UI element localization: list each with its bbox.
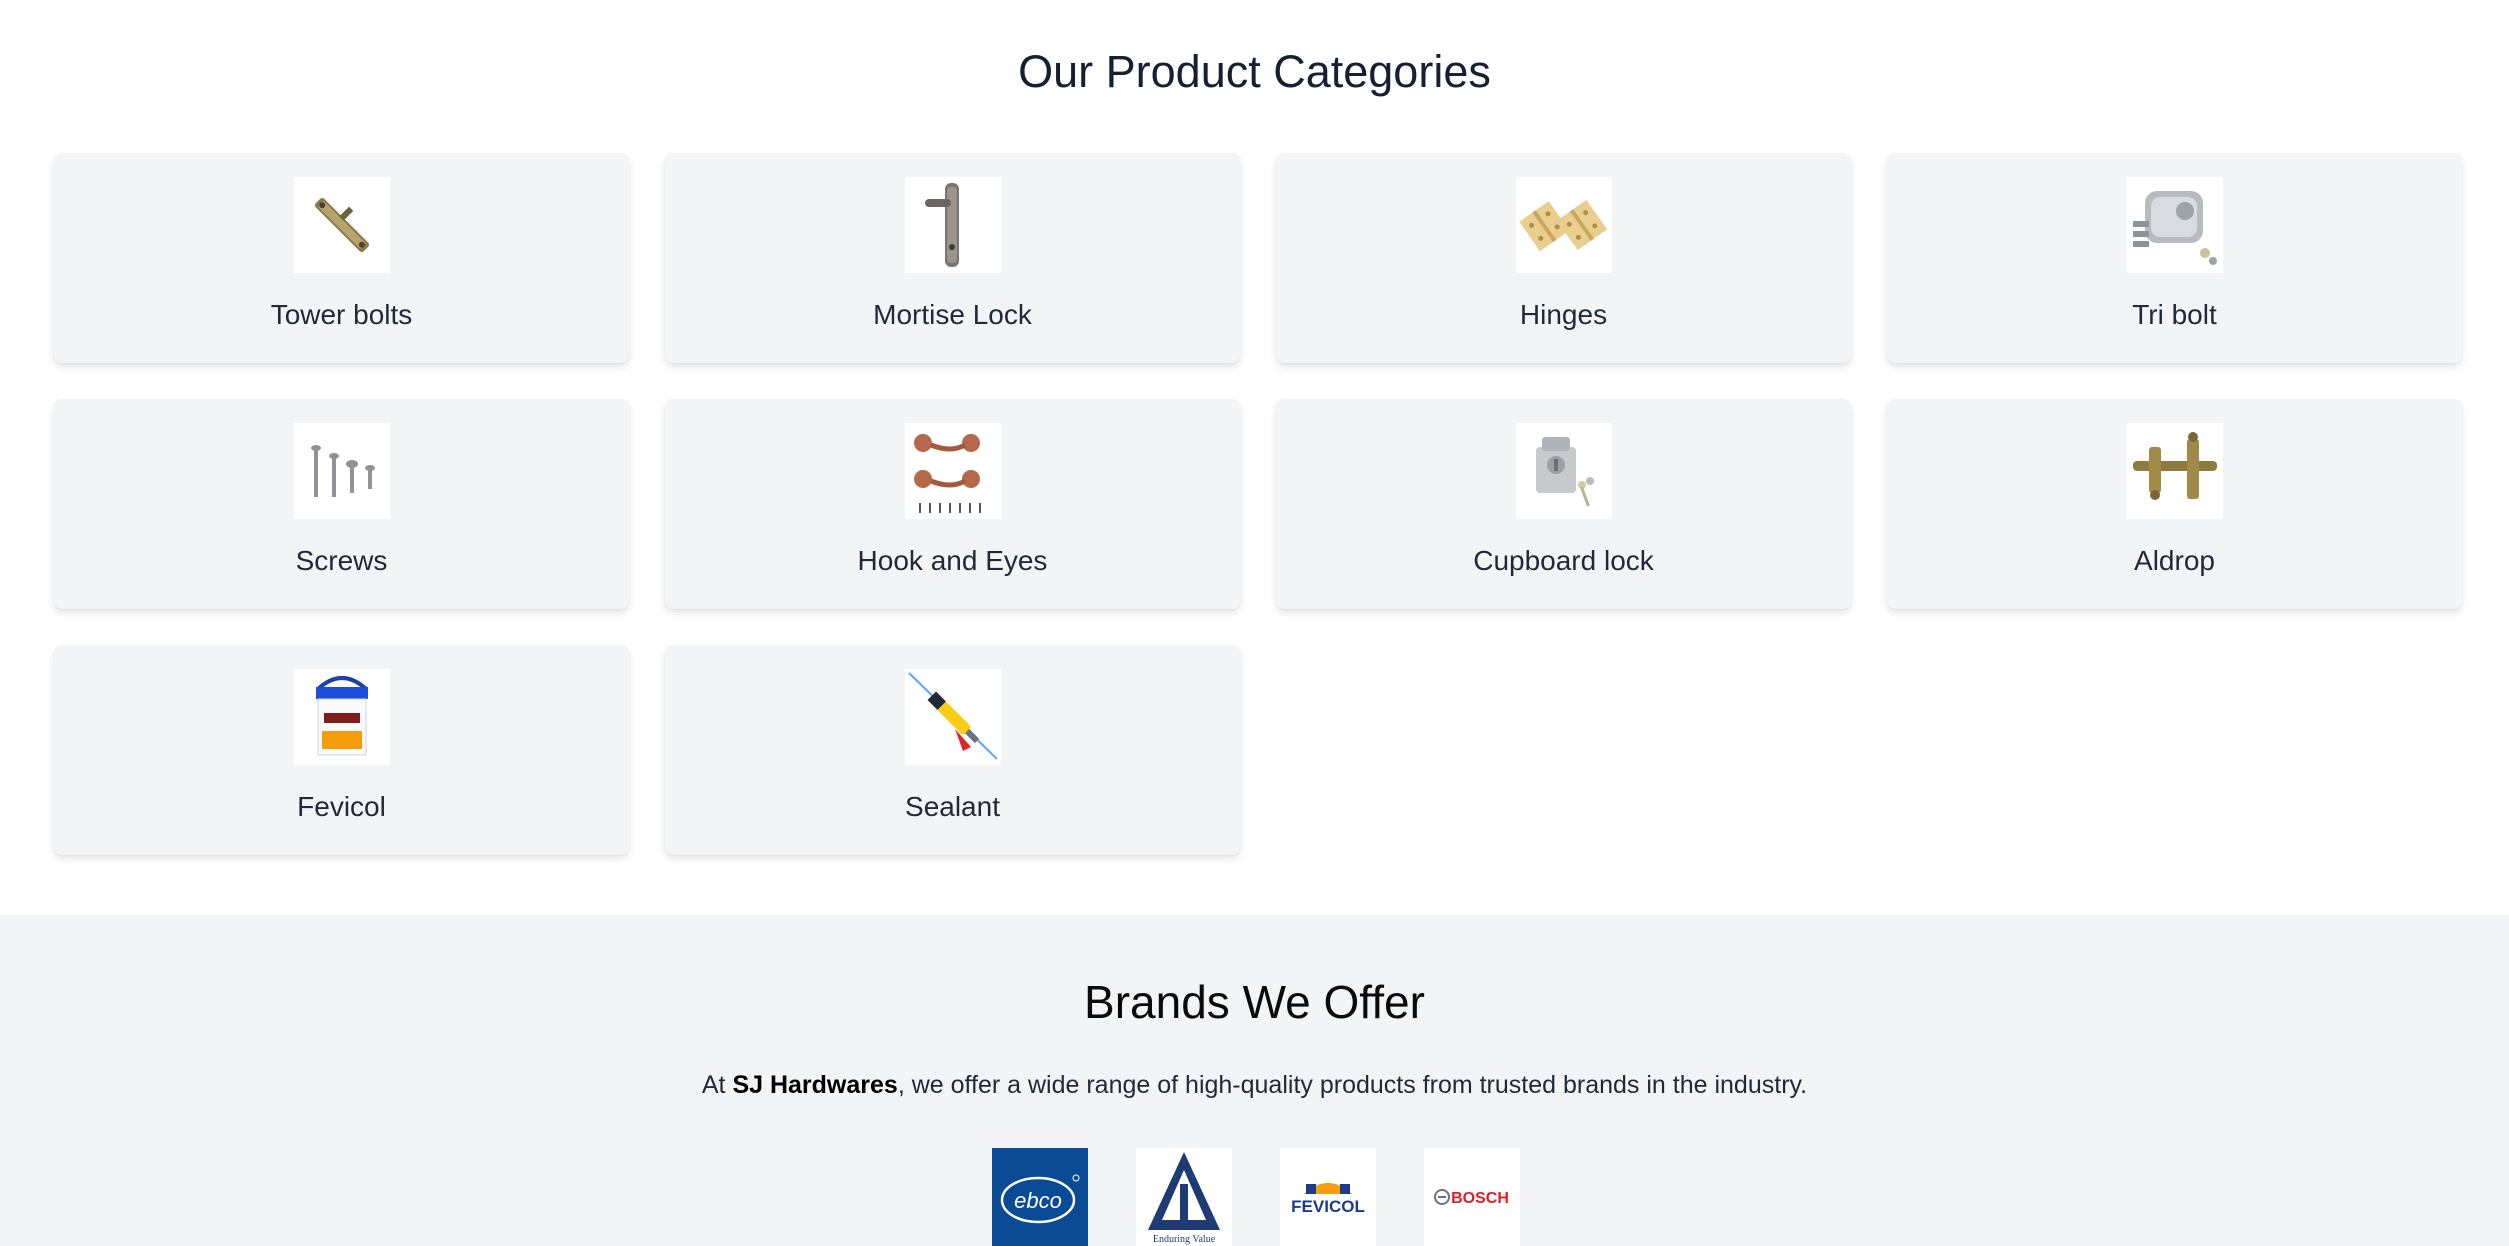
brands-desc-suffix: , we offer a wide range of high-quality … [897,1071,1808,1099]
brands-description: At SJ Hardwares, we offer a wide range o… [0,1071,2509,1100]
category-card-hook-and-eyes[interactable]: Hook and Eyes [665,399,1240,609]
brand-logos: ebco Enduring Value FEVICOL BOSCH [992,1148,1520,1246]
aldrop-image [2126,423,2223,519]
categories-grid: Tower bolts Mortise Lock Hinges Tri bolt… [54,153,2462,855]
ebco-logo[interactable]: ebco [992,1148,1088,1246]
itc-logo[interactable]: Enduring Value [1136,1148,1232,1246]
bosch-logo[interactable]: BOSCH [1424,1148,1520,1246]
category-label: Cupboard lock [1473,545,1654,576]
svg-text:ebco: ebco [1014,1188,1062,1213]
category-card-screws[interactable]: Screws [54,399,629,609]
category-card-cupboard-lock[interactable]: Cupboard lock [1276,399,1851,609]
brands-title: Brands We Offer [1084,976,1425,1028]
tower-bolt-image [293,177,390,273]
hook-and-eyes-image [904,423,1001,519]
category-card-sealant[interactable]: Sealant [665,645,1240,855]
category-card-aldrop[interactable]: Aldrop [1887,399,2462,609]
category-card-mortise-lock[interactable]: Mortise Lock [665,153,1240,363]
category-label: Hook and Eyes [857,545,1048,576]
svg-text:BOSCH: BOSCH [1451,1190,1509,1207]
mortise-lock-image [904,177,1001,273]
svg-text:FEVICOL: FEVICOL [1291,1197,1365,1216]
category-label: Fevicol [297,791,386,822]
hinges-image [1515,177,1612,273]
category-label: Hinges [1519,299,1608,330]
brands-desc-prefix: At [701,1071,733,1099]
category-card-hinges[interactable]: Hinges [1276,153,1851,363]
cupboard-lock-image [1515,423,1612,519]
svg-text:Enduring Value: Enduring Value [1153,1234,1216,1245]
category-label: Sealant [905,791,1000,822]
brands-section: Brands We Offer At SJ Hardwares, we offe… [0,915,2509,1246]
categories-title: Our Product Categories [1018,46,1491,97]
fevicol-image [293,669,390,765]
fevicol-logo[interactable]: FEVICOL [1280,1148,1376,1246]
product-categories-section: Our Product Categories Tower bolts Morti… [0,0,2509,915]
company-name: SJ Hardwares [732,1071,898,1099]
category-card-tri-bolt[interactable]: Tri bolt [1887,153,2462,363]
category-label: Mortise Lock [873,299,1032,330]
sealant-image [904,669,1001,765]
category-label: Screws [295,545,388,576]
screws-image [293,423,390,519]
category-label: Tower bolts [270,299,413,330]
category-card-tower-bolts[interactable]: Tower bolts [54,153,629,363]
category-card-fevicol[interactable]: Fevicol [54,645,629,855]
category-label: Tri bolt [2132,299,2217,330]
category-label: Aldrop [2134,545,2215,576]
tri-bolt-image [2126,177,2223,273]
